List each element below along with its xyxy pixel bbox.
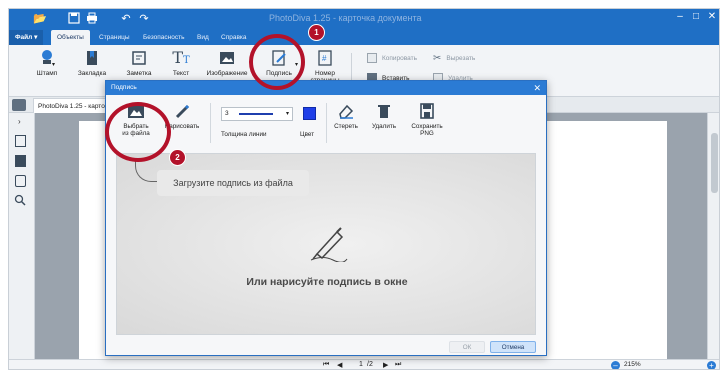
image-icon — [218, 49, 236, 67]
pen-icon — [309, 222, 349, 263]
note-button[interactable]: Заметка — [119, 49, 159, 77]
search-icon[interactable] — [14, 193, 26, 211]
last-page-icon[interactable]: ⏭ — [395, 361, 401, 369]
prev-page-icon[interactable]: ◀ — [337, 361, 342, 369]
bookmarks-icon[interactable] — [15, 155, 26, 167]
left-sidebar: › — [9, 113, 35, 359]
stamp-icon: ▾ — [38, 49, 56, 68]
cancel-button[interactable]: Отмена — [490, 341, 536, 353]
zoom-in-icon[interactable]: + — [707, 361, 716, 369]
image-button[interactable]: Изображение — [203, 49, 251, 77]
print-icon[interactable] — [85, 12, 99, 26]
zoom-level[interactable]: 215% — [624, 361, 641, 368]
zoom-out-icon[interactable]: – — [611, 361, 620, 369]
tab-help[interactable]: Справка — [215, 30, 253, 45]
bookmark-button[interactable]: Закладка — [71, 49, 113, 77]
undo-icon[interactable]: ↶ — [119, 12, 133, 26]
text-button[interactable]: TT Текст — [165, 48, 197, 78]
signature-dialog: Подпись ✕ Выбрать из файла Нарисовать 3 … — [105, 80, 547, 356]
open-folder-icon[interactable]: 📂 — [33, 12, 47, 26]
color-swatch[interactable] — [303, 107, 316, 120]
expand-arrow-icon[interactable]: › — [18, 117, 21, 126]
ok-button[interactable]: ОК — [449, 341, 485, 353]
page-total: /2 — [367, 361, 373, 368]
status-bar: ⏮ ◀ 1 /2 ▶ ⏭ – 215% + — [9, 359, 719, 369]
line-width-select[interactable]: 3 ▾ — [221, 107, 293, 121]
eraser-icon — [337, 103, 355, 119]
step-badge-1: 1 — [309, 25, 324, 40]
redo-icon[interactable]: ↷ — [137, 12, 151, 26]
signature-canvas[interactable]: Загрузите подпись из файла Или нарисуйте… — [116, 153, 536, 335]
stamp-button[interactable]: ▾ Штамп — [29, 49, 65, 77]
upload-hint: Загрузите подпись из файла — [157, 170, 309, 196]
page-current[interactable]: 1 — [359, 361, 363, 368]
vertical-scrollbar[interactable] — [707, 113, 719, 359]
draw-hint: Или нарисуйте подпись в окне — [246, 276, 408, 288]
color-label: Цвет — [300, 131, 315, 138]
copy-icon — [367, 53, 377, 63]
comments-icon[interactable] — [15, 175, 26, 187]
next-page-icon[interactable]: ▶ — [383, 361, 388, 369]
home-icon[interactable] — [12, 99, 26, 111]
pages-icon[interactable] — [15, 135, 26, 147]
toolbar-separator — [210, 103, 211, 143]
trash-icon — [375, 103, 393, 119]
step-badge-2: 2 — [170, 150, 185, 165]
tab-pages[interactable]: Страницы — [93, 30, 136, 45]
dialog-close-icon[interactable]: ✕ — [533, 81, 541, 95]
menu-tabs: Файл ▾ Объекты Страницы Безопасность Вид… — [9, 29, 719, 45]
line-width-label: Толщина линии — [221, 131, 267, 138]
note-icon — [130, 49, 148, 67]
tab-file[interactable]: Файл ▾ — [9, 30, 44, 45]
save-icon[interactable] — [67, 12, 81, 26]
highlight-ring-choose-file — [105, 102, 171, 162]
line-width-preview — [239, 113, 273, 115]
close-icon[interactable]: ✕ — [705, 11, 719, 22]
cut-button[interactable]: ✂ Вырезать — [433, 53, 475, 64]
tab-objects[interactable]: Объекты — [51, 30, 90, 45]
highlight-ring-signature — [249, 34, 305, 90]
minimize-icon[interactable]: – — [673, 11, 687, 22]
window-title: PhotoDiva 1.25 - карточка документа — [269, 13, 422, 23]
svg-text:▾: ▾ — [52, 62, 55, 67]
first-page-icon[interactable]: ⏮ — [323, 361, 329, 369]
chevron-down-icon: ▾ — [285, 111, 289, 117]
scrollbar-thumb[interactable] — [711, 133, 718, 193]
tab-security[interactable]: Безопасность — [137, 30, 190, 45]
tab-view[interactable]: Вид — [191, 30, 215, 45]
bookmark-icon — [83, 49, 101, 67]
save-icon — [418, 103, 436, 119]
pencil-icon — [173, 103, 191, 119]
hint-arrow — [135, 160, 157, 182]
maximize-icon[interactable]: □ — [689, 11, 703, 22]
page-number-icon: # — [316, 49, 334, 67]
scissors-icon: ✂ — [433, 53, 442, 64]
page-number-button[interactable]: # Номер страницы — [307, 49, 343, 84]
erase-button[interactable]: Стереть — [332, 103, 360, 130]
title-bar: 📂 ↶ ↷ PhotoDiva 1.25 - карточка документ… — [9, 9, 719, 29]
text-icon: TT — [172, 48, 190, 67]
dialog-title: Подпись ✕ — [106, 81, 546, 95]
copy-button[interactable]: Копировать — [367, 53, 417, 63]
delete-signature-button[interactable]: Удалить — [368, 103, 400, 130]
toolbar-separator — [326, 103, 327, 143]
save-png-button[interactable]: Сохранить PNG — [408, 103, 446, 137]
svg-text:#: # — [322, 54, 327, 63]
